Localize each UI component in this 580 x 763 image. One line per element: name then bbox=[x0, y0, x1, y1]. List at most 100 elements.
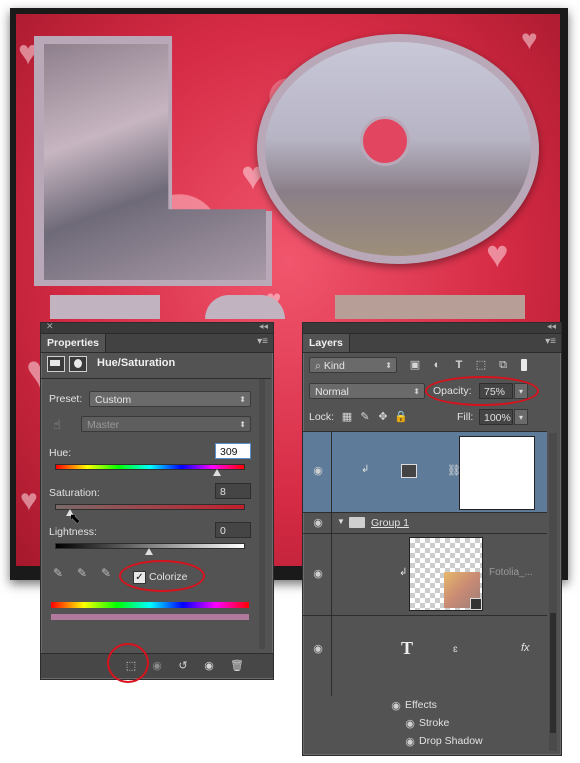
layer-row-group[interactable]: ◉ ▼ Group 1 bbox=[303, 512, 547, 534]
group-name: Group 1 bbox=[371, 517, 409, 529]
lock-all-icon[interactable]: 🔒 bbox=[393, 409, 409, 425]
visibility-eye-icon[interactable]: ◉ bbox=[311, 464, 325, 478]
chevron-updown-icon: ⬍ bbox=[413, 387, 420, 396]
layers-panel: ◂◂ Layers ▾≡ ⌕ Kind ⬍ ▣ ◐ T ⬚ ⧉ Normal ⬍… bbox=[302, 321, 562, 756]
reset-icon[interactable]: ↺ bbox=[175, 658, 191, 674]
stroke-effect-label: Stroke bbox=[419, 717, 450, 729]
lock-transparency-icon[interactable]: ▦ bbox=[339, 409, 355, 425]
adjustment-layer-icon bbox=[401, 464, 417, 478]
filter-shape-icon[interactable]: ⬚ bbox=[473, 357, 489, 373]
panel-topbar: ◂◂ bbox=[303, 321, 561, 334]
panel-menu-icon[interactable]: ▾≡ bbox=[545, 336, 556, 347]
view-previous-icon[interactable]: ◉ bbox=[149, 658, 165, 674]
filter-toggle-switch[interactable] bbox=[521, 359, 527, 371]
effects-label: Effects bbox=[405, 699, 437, 711]
heart-decoration: ♥ bbox=[486, 234, 509, 276]
chevron-updown-icon: ⬍ bbox=[239, 395, 246, 404]
visibility-eye-icon[interactable]: ◉ bbox=[403, 717, 417, 731]
adjustment-icon bbox=[47, 356, 65, 372]
type-layer-icon: T bbox=[401, 638, 414, 658]
saturation-input[interactable]: 8 bbox=[215, 483, 251, 499]
visibility-eye-icon[interactable]: ◉ bbox=[389, 699, 403, 713]
lock-position-icon[interactable]: ✥ bbox=[375, 409, 391, 425]
layer-mask-thumbnail[interactable] bbox=[459, 436, 535, 510]
highlight-ring bbox=[119, 560, 205, 592]
preset-label: Preset: bbox=[49, 393, 83, 405]
drop-shadow-effect-label: Drop Shadow bbox=[419, 735, 483, 747]
panel-topbar: ✕ ◂◂ bbox=[41, 321, 273, 334]
eyedropper-icon[interactable]: ✎ bbox=[53, 566, 63, 580]
lightness-slider-thumb[interactable] bbox=[145, 548, 153, 555]
tab-layers[interactable]: Layers bbox=[303, 334, 350, 352]
layer-row-hue-saturation[interactable]: ◉ ↲ ⛓ bbox=[303, 431, 547, 512]
properties-bottom-toolbar: ⬚ ◉ ↺ ◉ 🗑 bbox=[41, 653, 273, 678]
filter-pixel-icon[interactable]: ▣ bbox=[407, 357, 423, 373]
divider bbox=[41, 378, 271, 379]
visibility-eye-icon[interactable]: ◉ bbox=[311, 516, 325, 530]
blend-mode-dropdown[interactable]: Normal ⬍ bbox=[309, 383, 425, 399]
layer-filter-dropdown[interactable]: ⌕ Kind ⬍ bbox=[309, 357, 397, 373]
visibility-eye-icon[interactable]: ◉ bbox=[403, 735, 417, 749]
letter-v-top bbox=[50, 295, 160, 319]
clipping-arrow-icon: ↲ bbox=[399, 567, 408, 578]
lightness-label: Lightness: bbox=[49, 526, 97, 538]
lock-pixels-icon[interactable]: ✎ bbox=[357, 409, 373, 425]
visibility-eye-icon[interactable]: ◉ bbox=[311, 642, 325, 656]
filter-adjustment-icon[interactable]: ◐ bbox=[429, 357, 445, 373]
heart-decoration: ♥ bbox=[20, 484, 38, 517]
search-icon: ⌕ bbox=[315, 360, 321, 372]
hue-range-bar bbox=[51, 602, 249, 608]
highlight-ring bbox=[425, 376, 539, 406]
visibility-eye-icon[interactable]: ◉ bbox=[201, 658, 217, 674]
properties-scrollbar[interactable] bbox=[259, 379, 265, 649]
heart-decoration: ♥ bbox=[521, 24, 538, 55]
collapse-icon[interactable]: ◂◂ bbox=[547, 321, 556, 332]
letter-e-top bbox=[205, 295, 285, 319]
fill-label: Fill: bbox=[457, 411, 474, 423]
layer-row-text[interactable]: ◉ T ɛ fx bbox=[303, 616, 547, 696]
trash-icon[interactable]: 🗑 bbox=[229, 658, 245, 674]
close-icon[interactable]: ✕ bbox=[46, 321, 54, 332]
clipping-arrow-icon: ↲ bbox=[361, 464, 370, 475]
fill-slider-button[interactable]: ▾ bbox=[514, 409, 528, 425]
layer-filter-value: Kind bbox=[323, 360, 345, 372]
layer-row-smart-object[interactable]: ◉ ↲ Fotolia_... bbox=[303, 533, 547, 616]
properties-panel: ✕ ◂◂ Properties ▾≡ Hue/Saturation Preset… bbox=[40, 321, 274, 683]
preset-dropdown[interactable]: Custom ⬍ bbox=[89, 391, 251, 407]
fx-icon[interactable]: fx bbox=[521, 642, 530, 654]
eyedropper-minus-icon[interactable]: ✎ bbox=[101, 566, 111, 580]
folder-icon bbox=[349, 517, 365, 528]
chevron-down-icon[interactable]: ▼ bbox=[337, 517, 345, 526]
collapse-icon[interactable]: ◂◂ bbox=[259, 321, 268, 332]
saturation-slider[interactable] bbox=[55, 504, 245, 510]
adjustment-title: Hue/Saturation bbox=[97, 357, 176, 369]
colorized-result-bar bbox=[51, 614, 249, 620]
highlight-ring bbox=[107, 643, 149, 683]
layers-scrollbar[interactable] bbox=[549, 433, 557, 751]
chevron-updown-icon: ⬍ bbox=[239, 420, 246, 429]
visibility-eye-icon[interactable]: ◉ bbox=[311, 567, 325, 581]
cursor-pointer-icon: ⬉ bbox=[69, 510, 81, 526]
smart-object-badge-icon bbox=[470, 598, 482, 610]
layers-tabrow: Layers ▾≡ bbox=[303, 334, 561, 353]
lightness-input[interactable]: 0 bbox=[215, 522, 251, 538]
saturation-label: Saturation: bbox=[49, 487, 100, 499]
eyedropper-plus-icon[interactable]: ✎ bbox=[77, 566, 87, 580]
chevron-updown-icon: ⬍ bbox=[385, 361, 392, 370]
panel-menu-icon[interactable]: ▾≡ bbox=[257, 336, 268, 347]
tab-properties[interactable]: Properties bbox=[41, 334, 106, 352]
hue-input[interactable]: 309 bbox=[215, 443, 251, 459]
preset-value: Custom bbox=[95, 394, 132, 406]
clipping-arrow-icon: ɛ bbox=[453, 644, 458, 655]
hand-tool-icon[interactable]: ☝ bbox=[53, 417, 61, 433]
mask-icon[interactable] bbox=[69, 356, 87, 372]
properties-tabrow: Properties ▾≡ bbox=[41, 334, 273, 353]
channel-dropdown[interactable]: Master ⬍ bbox=[81, 416, 251, 432]
filter-type-icon[interactable]: T bbox=[451, 357, 467, 373]
hue-slider-thumb[interactable] bbox=[212, 469, 221, 476]
fill-input[interactable]: 100% bbox=[479, 409, 513, 425]
scrollbar-thumb[interactable] bbox=[550, 613, 556, 733]
letter-o-hole bbox=[360, 116, 410, 166]
filter-smart-object-icon[interactable]: ⧉ bbox=[495, 357, 511, 373]
smart-object-thumbnail[interactable] bbox=[409, 537, 483, 611]
